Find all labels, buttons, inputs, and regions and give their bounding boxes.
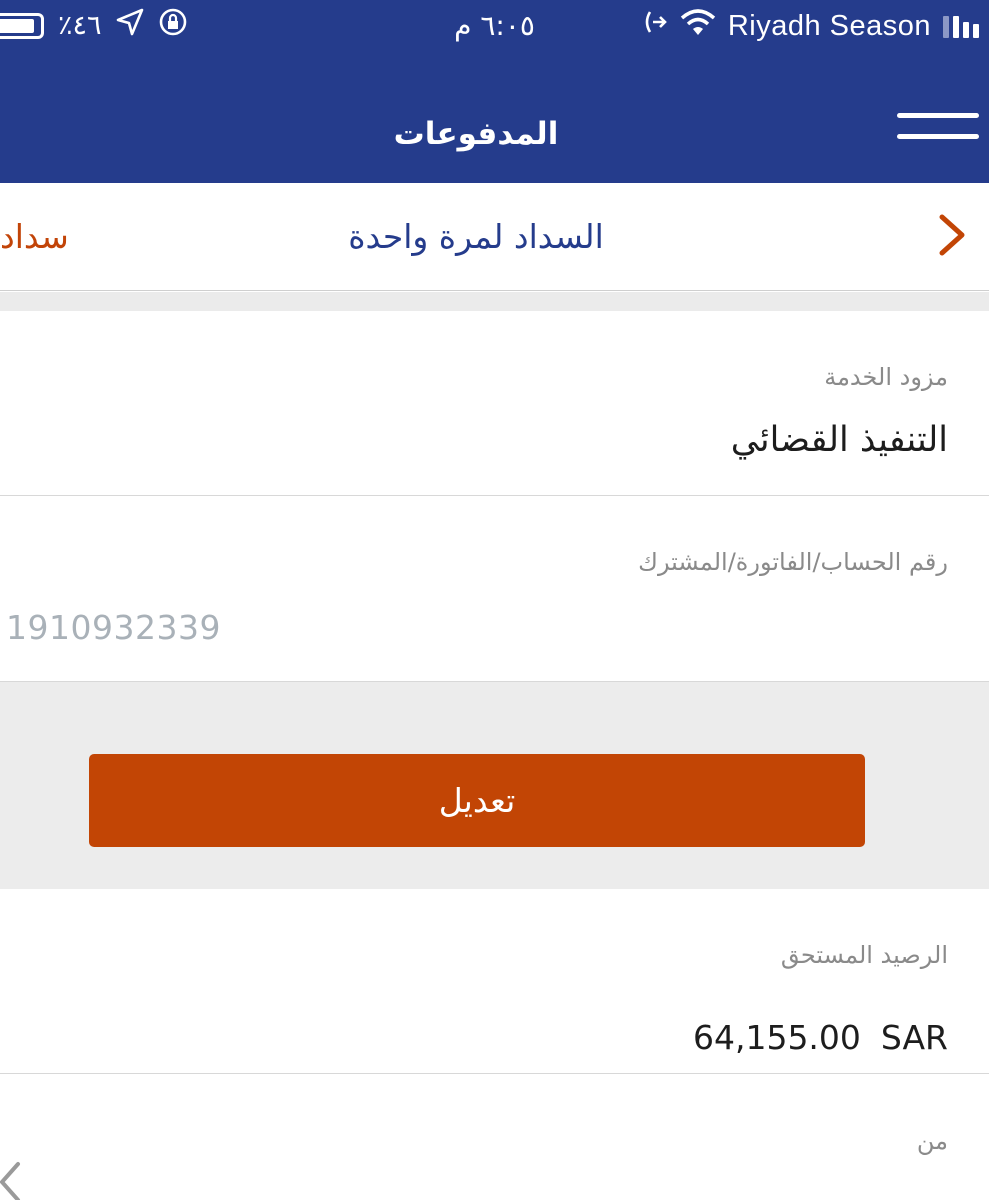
payment-type-tabs: سداد السداد لمرة واحدة	[0, 183, 989, 291]
hamburger-menu-icon[interactable]	[895, 110, 979, 146]
balance-amount: 64,155.00	[692, 1018, 861, 1057]
balance-currency: SAR	[880, 1018, 948, 1057]
section-divider	[0, 292, 989, 311]
from-field	[0, 1074, 989, 1200]
chevron-left-icon[interactable]	[0, 1160, 24, 1200]
signal-icon	[943, 14, 979, 38]
service-provider-value[interactable]: التنفيذ القضائي	[731, 416, 948, 464]
service-provider-field	[0, 311, 989, 496]
balance-value: 64,155.00 SAR	[693, 1015, 948, 1061]
status-right: Riyadh Season	[642, 8, 979, 44]
app-header: المدفوعات	[0, 52, 989, 183]
account-number-input[interactable]	[6, 604, 406, 650]
chevron-right-icon[interactable]	[937, 213, 967, 257]
page-title: المدفوعات	[393, 116, 559, 152]
carrier-name: Riyadh Season	[727, 9, 931, 42]
balance-label: الرصيد المستحق	[780, 941, 948, 969]
wifi-icon	[680, 8, 716, 45]
status-bar: ٪٤٦ ٦:٠٥ م Riyadh Season	[0, 0, 989, 52]
edit-button[interactable]: تعديل	[89, 754, 865, 847]
call-forward-icon	[642, 8, 668, 45]
tab-recurring-partial[interactable]: سداد	[0, 213, 70, 261]
from-label: من	[916, 1127, 948, 1155]
account-number-label: رقم الحساب/الفاتورة/المشترك	[638, 548, 948, 576]
tab-one-time-payment[interactable]: السداد لمرة واحدة	[320, 213, 632, 261]
service-provider-label: مزود الخدمة	[824, 363, 948, 391]
account-number-field	[0, 496, 989, 682]
